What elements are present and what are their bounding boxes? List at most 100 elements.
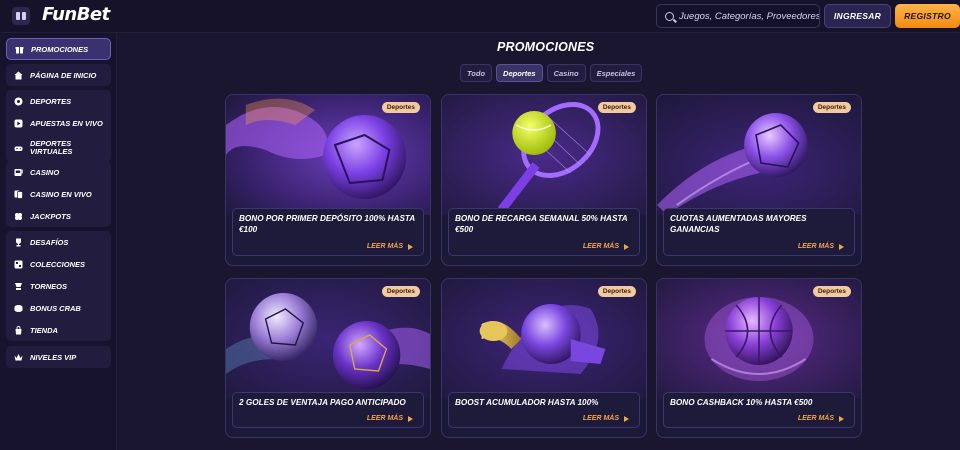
tab-todo[interactable]: Todo: [460, 64, 493, 82]
soccer-ball-icon: [14, 97, 23, 106]
nav-group-casino: CASINO CASINO EN VIVO JACKPOTS: [6, 161, 111, 227]
arrow-right-icon: [839, 415, 844, 422]
nav-group-sports: DEPORTES APUESTAS EN VIVO DEPORTES VIRTU…: [6, 90, 111, 162]
funbet-logo[interactable]: FunBet: [42, 4, 110, 25]
sidebar-item-label: DESAFÍOS: [30, 237, 69, 247]
sidebar-item-deportes-virtuales[interactable]: DEPORTES VIRTUALES: [6, 134, 111, 162]
two-balls-art: [226, 279, 430, 399]
home-icon: [14, 71, 23, 80]
sidebar-item-casino[interactable]: CASINO: [6, 161, 111, 183]
read-more-label: LEER MÁS: [797, 243, 834, 250]
read-more-link[interactable]: LEER MÁS: [583, 415, 629, 422]
arrow-right-icon: [624, 415, 629, 422]
promo-card[interactable]: Deportes CUOTAS AUMENTADAS MAYORES GANAN…: [656, 94, 862, 266]
sidebar-item-label: TIENDA: [30, 325, 58, 335]
sidebar-toggle-icon[interactable]: [12, 7, 30, 25]
gamepad-icon: [14, 144, 23, 153]
nav-group-home: PÁGINA DE INICIO: [6, 64, 111, 86]
sidebar-item-jackpots[interactable]: JACKPOTS: [6, 205, 111, 227]
nav-group-promotions: PROMOCIONES: [6, 38, 111, 60]
search-box[interactable]: [656, 4, 820, 28]
clover-icon: [14, 212, 23, 221]
basketball-art: [657, 279, 861, 399]
read-more-link[interactable]: LEER MÁS: [798, 243, 844, 250]
tennis-art: [442, 95, 646, 215]
sidebar-item-label: COLECCIONES: [30, 259, 86, 269]
read-more-label: LEER MÁS: [582, 415, 619, 422]
sidebar-item-label: PROMOCIONES: [31, 44, 89, 54]
page-title: PROMOCIONES: [497, 40, 595, 54]
sidebar-item-deportes[interactable]: DEPORTES: [6, 90, 111, 112]
sidebar-item-label: JACKPOTS: [30, 211, 71, 221]
tab-casino[interactable]: Casino: [546, 64, 586, 82]
read-more-link[interactable]: LEER MÁS: [583, 243, 629, 250]
category-badge: Deportes: [597, 102, 636, 113]
read-more-link[interactable]: LEER MÁS: [367, 415, 413, 422]
arrow-right-icon: [839, 243, 844, 250]
arrow-right-icon: [408, 415, 413, 422]
promo-card[interactable]: Deportes BONO POR PRIMER DEPÓSITO 100% H…: [225, 94, 431, 266]
promo-info-panel: BONO POR PRIMER DEPÓSITO 100% HASTA €100…: [232, 208, 424, 256]
read-more-link[interactable]: LEER MÁS: [367, 243, 413, 250]
register-button[interactable]: REGISTRO: [895, 4, 960, 28]
promo-card[interactable]: Deportes 2 GOLES DE VENTAJA PAGO ANTICIP…: [225, 278, 431, 438]
promo-info-panel: CUOTAS AUMENTADAS MAYORES GANANCIAS LEER…: [663, 208, 855, 256]
sidebar-item-tienda[interactable]: TIENDA: [6, 319, 111, 341]
slot-machine-icon: [14, 168, 23, 177]
category-badge: Deportes: [812, 286, 851, 297]
arrow-right-icon: [624, 243, 629, 250]
search-input[interactable]: [679, 10, 819, 22]
tab-deportes[interactable]: Deportes: [496, 64, 543, 82]
speed-ball-art: [657, 95, 861, 215]
crown-icon: [14, 353, 23, 362]
promo-info-panel: BONO CASHBACK 10% HASTA €500 LEER MÁS: [663, 392, 855, 428]
sidebar-item-pagina-de-inicio[interactable]: PÁGINA DE INICIO: [6, 64, 111, 86]
read-more-link[interactable]: LEER MÁS: [798, 415, 844, 422]
gift-icon: [15, 45, 24, 54]
sidebar-item-label: PÁGINA DE INICIO: [30, 70, 97, 80]
promo-info-panel: 2 GOLES DE VENTAJA PAGO ANTICIPADO LEER …: [232, 392, 424, 428]
promo-card[interactable]: Deportes BONO DE RECARGA SEMANAL 50% HAS…: [441, 94, 647, 266]
search-icon: [665, 11, 674, 21]
sidebar-item-casino-en-vivo[interactable]: CASINO EN VIVO: [6, 183, 111, 205]
read-more-label: LEER MÁS: [797, 415, 834, 422]
promo-title: BONO POR PRIMER DEPÓSITO 100% HASTA €100: [239, 214, 415, 234]
category-badge: Deportes: [381, 102, 420, 113]
nav-group-vip: NIVELES VIP: [6, 346, 111, 368]
login-button[interactable]: INGRESAR: [824, 4, 891, 28]
sidebar-item-torneos[interactable]: TORNEOS: [6, 275, 111, 297]
sidebar-item-label: DEPORTES: [30, 96, 72, 106]
sidebar-item-desafios[interactable]: DESAFÍOS: [6, 231, 111, 253]
category-badge: Deportes: [812, 102, 851, 113]
promo-title: BOOST ACUMULADOR HASTA 100%: [455, 398, 599, 407]
live-casino-icon: [14, 190, 23, 199]
read-more-label: LEER MÁS: [582, 243, 619, 250]
tournament-icon: [14, 282, 23, 291]
sidebar-item-colecciones[interactable]: COLECCIONES: [6, 253, 111, 275]
category-tabs: Todo Deportes Casino Especiales: [460, 64, 643, 82]
sidebar-item-promociones[interactable]: PROMOCIONES: [6, 38, 111, 60]
sidebar-item-niveles-vip[interactable]: NIVELES VIP: [6, 346, 111, 368]
coin-icon: [14, 304, 23, 313]
promo-info-panel: BONO DE RECARGA SEMANAL 50% HASTA €500 L…: [448, 208, 640, 256]
tab-especiales[interactable]: Especiales: [589, 64, 643, 82]
promo-card[interactable]: Deportes BOOST ACUMULADOR HASTA 100% LEE…: [441, 278, 647, 438]
read-more-label: LEER MÁS: [366, 243, 403, 250]
promo-title: CUOTAS AUMENTADAS MAYORES GANANCIAS: [670, 214, 807, 234]
promo-title: BONO DE RECARGA SEMANAL 50% HASTA €500: [455, 214, 628, 234]
trophy-horn-art: [442, 279, 646, 399]
read-more-label: LEER MÁS: [366, 415, 403, 422]
top-header: FunBet INGRESAR REGISTRO: [0, 0, 960, 33]
sidebar-item-bonus-crab[interactable]: BONUS CRAB: [6, 297, 111, 319]
promo-title: BONO CASHBACK 10% HASTA €500: [670, 398, 813, 407]
shop-icon: [14, 325, 23, 335]
promo-card[interactable]: Deportes BONO CASHBACK 10% HASTA €500 LE…: [656, 278, 862, 438]
sidebar-item-label: CASINO: [30, 167, 60, 177]
sidebar-item-label: BONUS CRAB: [30, 303, 81, 313]
play-icon: [14, 119, 23, 128]
sidebar: PROMOCIONES PÁGINA DE INICIO DEPORTES AP…: [0, 33, 117, 450]
nav-group-rewards: DESAFÍOS COLECCIONES TORNEOS BONUS CRAB …: [6, 231, 111, 341]
soccer-ball-art: [226, 95, 430, 215]
sidebar-item-label: APUESTAS EN VIVO: [30, 118, 103, 128]
sidebar-item-apuestas-en-vivo[interactable]: APUESTAS EN VIVO: [6, 112, 111, 134]
